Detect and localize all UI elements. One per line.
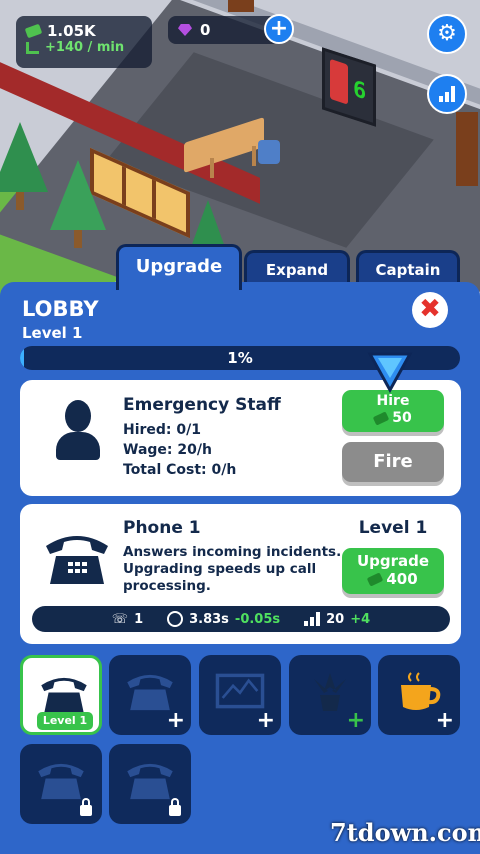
upgrade-cost: 400 xyxy=(386,570,418,588)
slot-phone-locked-1[interactable] xyxy=(20,744,102,824)
income-icon xyxy=(304,612,321,626)
gem-icon xyxy=(178,24,192,36)
wall-pillar xyxy=(456,112,478,186)
stat-income: 20 xyxy=(326,611,345,627)
call-icon: ☏ xyxy=(111,611,129,627)
stat-time-delta: -0.05s xyxy=(234,611,281,627)
upgrade-button[interactable]: Upgrade 400 xyxy=(342,548,444,594)
fire-button[interactable]: Fire xyxy=(342,442,444,482)
phone-icon xyxy=(127,763,173,800)
item-desc-line: processing. xyxy=(123,578,211,594)
item-stats-bar: ☏ 1 3.83s -0.05s 20 +4 xyxy=(32,606,450,632)
wall-pillar-top xyxy=(228,0,254,12)
slot-map[interactable]: + xyxy=(199,655,281,735)
staff-hired: Hired: 0/1 xyxy=(123,422,202,438)
cash-icon xyxy=(24,23,43,39)
phone-icon xyxy=(330,58,348,105)
office-chair xyxy=(258,140,280,164)
stat-income-delta: +4 xyxy=(350,611,371,627)
slot-level-badge: Level 1 xyxy=(37,712,93,730)
add-icon: + xyxy=(435,708,454,733)
money-value: 1.05K xyxy=(47,22,96,40)
hire-cost: 50 xyxy=(392,410,412,426)
stat-calls: 1 xyxy=(134,611,144,627)
person-icon xyxy=(56,400,100,462)
add-icon: + xyxy=(346,708,365,733)
tree-icon xyxy=(50,160,106,230)
item-card: Phone 1 Answers incoming incidents. Upgr… xyxy=(20,504,461,644)
lock-icon xyxy=(169,798,181,816)
plant-icon xyxy=(314,673,346,711)
item-desc-line: Answers incoming incidents. xyxy=(123,544,342,560)
map-icon xyxy=(215,673,265,709)
gear-icon: ⚙ xyxy=(437,21,457,46)
tutorial-pointer-icon xyxy=(367,352,413,394)
add-icon: + xyxy=(256,708,275,733)
phone-icon xyxy=(38,763,84,800)
bar-chart-icon xyxy=(439,86,455,102)
phone-icon xyxy=(41,677,87,714)
add-gems-button[interactable]: + xyxy=(264,14,294,44)
income-rate: +140 / min xyxy=(45,40,125,55)
clock-icon xyxy=(167,611,184,627)
phone-icon xyxy=(46,536,108,584)
item-level: Level 1 xyxy=(358,518,428,538)
add-icon: + xyxy=(166,708,185,733)
income-icon xyxy=(26,41,39,54)
desk-leg xyxy=(210,158,214,178)
counter-value: 6 xyxy=(353,76,367,106)
cash-icon xyxy=(367,571,384,587)
money-panel: 1.05K +140 / min xyxy=(16,16,152,68)
tree-trunk xyxy=(74,230,82,248)
close-button[interactable]: ✖ xyxy=(412,292,448,328)
room-level: Level 1 xyxy=(22,324,83,342)
staff-name: Emergency Staff xyxy=(123,395,281,415)
hire-label: Hire xyxy=(376,393,410,409)
stat-time: 3.83s xyxy=(189,611,229,627)
upgrade-label: Upgrade xyxy=(356,552,430,570)
slot-phone-locked-2[interactable] xyxy=(109,744,191,824)
slot-phone-1[interactable]: Level 1 xyxy=(20,655,102,735)
tree-icon xyxy=(190,200,226,250)
item-name: Phone 1 xyxy=(123,518,201,538)
statistics-button[interactable] xyxy=(427,74,467,114)
cash-icon xyxy=(373,411,390,426)
watermark: 7tdown.com xyxy=(330,818,480,847)
coffee-icon xyxy=(401,672,441,710)
staff-card: Emergency Staff Hired: 0/1 Wage: 20/h To… xyxy=(20,380,461,496)
tree-icon xyxy=(0,122,48,192)
slot-plant[interactable]: + xyxy=(289,655,371,735)
desk-leg xyxy=(252,146,256,166)
lock-icon xyxy=(80,798,92,816)
item-desc-line: Upgrading speeds up call xyxy=(123,561,317,577)
slot-phone-2[interactable]: + xyxy=(109,655,191,735)
slot-coffee[interactable]: + xyxy=(378,655,460,735)
tab-upgrade[interactable]: Upgrade xyxy=(116,244,242,290)
staff-total-cost: Total Cost: 0/h xyxy=(123,462,237,478)
room-title: LOBBY xyxy=(22,297,99,321)
phone-icon xyxy=(127,674,173,711)
staff-wage: Wage: 20/h xyxy=(123,442,212,458)
hire-button[interactable]: Hire 50 xyxy=(342,390,444,432)
settings-button[interactable]: ⚙ xyxy=(427,14,467,54)
tree-trunk xyxy=(16,192,24,210)
gems-value: 0 xyxy=(200,21,211,39)
